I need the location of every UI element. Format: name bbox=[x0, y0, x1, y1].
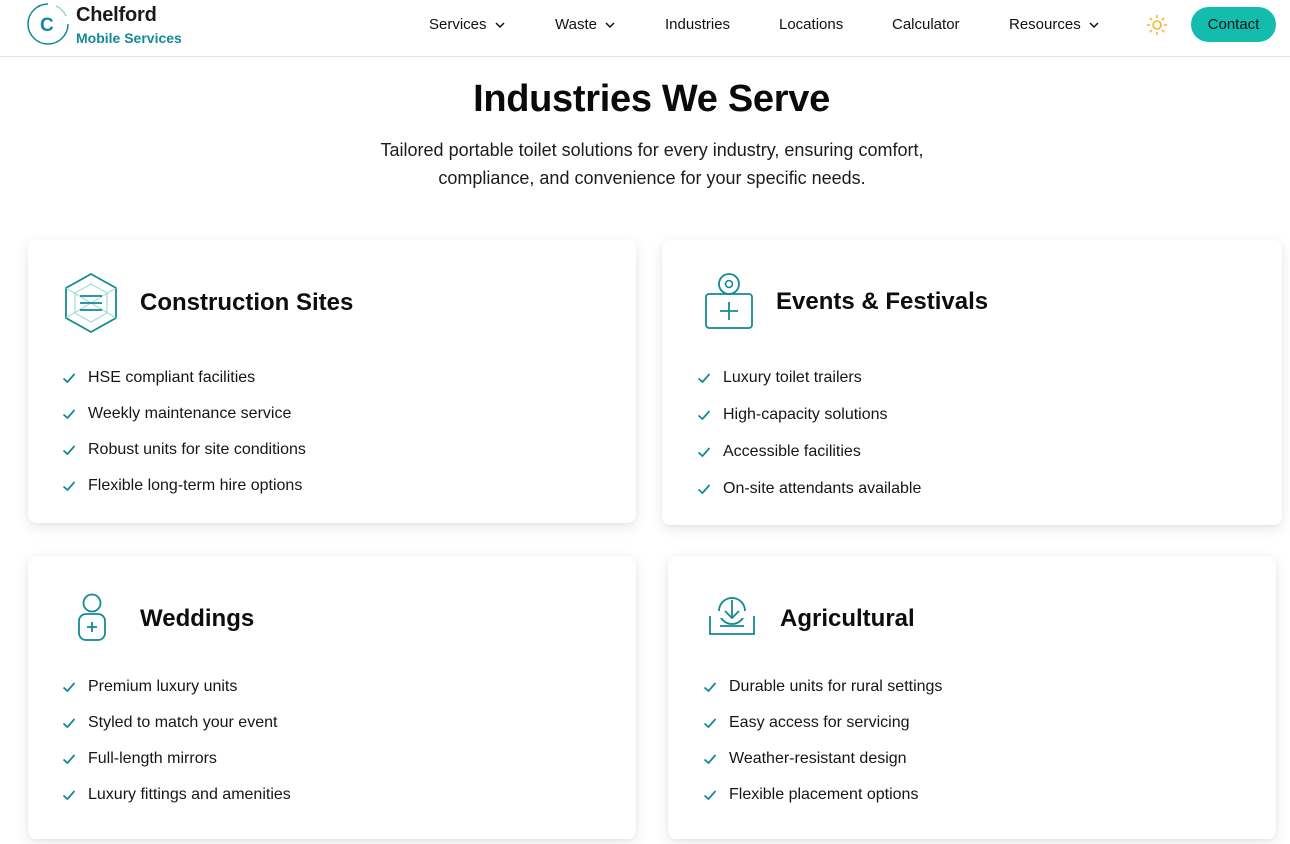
site-header: C Chelford Mobile Services Services Wast… bbox=[0, 0, 1290, 57]
check-icon bbox=[697, 409, 711, 420]
feature-text: Accessible facilities bbox=[723, 442, 861, 460]
feature-list: HSE compliant facilities Weekly maintena… bbox=[62, 360, 306, 504]
check-icon bbox=[62, 718, 76, 729]
check-icon bbox=[703, 754, 717, 765]
feature-text: Premium luxury units bbox=[88, 678, 238, 695]
list-item: Weekly maintenance service bbox=[62, 396, 306, 432]
brand-logo[interactable]: C Chelford Mobile Services bbox=[26, 2, 182, 46]
nav-resources-label: Resources bbox=[1009, 16, 1081, 33]
feature-text: Luxury toilet trailers bbox=[723, 368, 862, 386]
medical-bag-icon bbox=[700, 272, 758, 334]
check-icon bbox=[62, 754, 76, 765]
theme-toggle[interactable] bbox=[1146, 14, 1168, 36]
list-item: Luxury toilet trailers bbox=[697, 359, 921, 396]
page-subtitle: Tailored portable toilet solutions for e… bbox=[380, 140, 924, 188]
list-item: Durable units for rural settings bbox=[703, 669, 942, 705]
feature-text: Robust units for site conditions bbox=[88, 441, 306, 458]
chevron-down-icon bbox=[605, 21, 615, 28]
nav-waste[interactable]: Waste bbox=[555, 16, 616, 33]
nav-resources[interactable]: Resources bbox=[1009, 16, 1100, 33]
nav-services-label: Services bbox=[429, 16, 487, 33]
check-icon bbox=[703, 718, 717, 729]
feature-text: Weekly maintenance service bbox=[88, 405, 292, 422]
card-title: Construction Sites bbox=[140, 289, 354, 316]
check-icon bbox=[62, 481, 76, 492]
list-item: Flexible long-term hire options bbox=[62, 468, 306, 504]
list-item: HSE compliant facilities bbox=[62, 360, 306, 396]
list-item: On-site attendants available bbox=[697, 470, 921, 507]
check-icon bbox=[697, 372, 711, 383]
list-item: High-capacity solutions bbox=[697, 396, 921, 433]
card-title: Weddings bbox=[140, 605, 255, 632]
list-item: Flexible placement options bbox=[703, 777, 942, 813]
nav-locations[interactable]: Locations bbox=[779, 16, 843, 33]
brand-name: Chelford bbox=[76, 3, 157, 26]
industry-card-weddings: Weddings Premium luxury units Styled to … bbox=[28, 556, 636, 839]
brand-subtitle: Mobile Services bbox=[76, 29, 182, 46]
download-tray-icon bbox=[704, 592, 762, 654]
nav-waste-label: Waste bbox=[555, 16, 597, 33]
check-icon bbox=[62, 409, 76, 420]
logo-letter: C bbox=[40, 15, 54, 36]
feature-text: Luxury fittings and amenities bbox=[88, 786, 291, 803]
feature-text: Durable units for rural settings bbox=[729, 678, 943, 695]
list-item: Full-length mirrors bbox=[62, 741, 291, 777]
card-title: Events & Festivals bbox=[776, 288, 989, 315]
nav-locations-label: Locations bbox=[779, 16, 844, 33]
list-item: Easy access for servicing bbox=[703, 705, 942, 741]
feature-list: Durable units for rural settings Easy ac… bbox=[703, 669, 942, 813]
check-icon bbox=[62, 373, 76, 384]
check-icon bbox=[697, 446, 711, 457]
check-icon bbox=[703, 790, 717, 801]
list-item: Robust units for site conditions bbox=[62, 432, 306, 468]
nav-calculator-label: Calculator bbox=[892, 16, 960, 33]
list-item: Accessible facilities bbox=[697, 433, 921, 470]
feature-text: Easy access for servicing bbox=[729, 714, 910, 731]
sun-icon bbox=[1146, 14, 1168, 36]
feature-list: Luxury toilet trailers High-capacity sol… bbox=[697, 359, 921, 507]
list-item: Weather-resistant design bbox=[703, 741, 942, 777]
page-title: Industries We Serve bbox=[473, 78, 830, 120]
check-icon bbox=[62, 682, 76, 693]
check-icon bbox=[697, 483, 711, 494]
contact-button[interactable]: Contact bbox=[1191, 7, 1276, 42]
feature-text: Styled to match your event bbox=[88, 714, 278, 731]
feature-text: High-capacity solutions bbox=[723, 405, 888, 423]
industry-card-construction: Construction Sites HSE compliant facilit… bbox=[28, 240, 636, 523]
list-item: Styled to match your event bbox=[62, 705, 291, 741]
feature-text: Full-length mirrors bbox=[88, 750, 217, 767]
list-item: Luxury fittings and amenities bbox=[62, 777, 291, 813]
industry-card-events: Events & Festivals Luxury toilet trailer… bbox=[662, 240, 1282, 525]
feature-text: Flexible placement options bbox=[729, 786, 919, 803]
card-title: Agricultural bbox=[780, 605, 915, 632]
nav-calculator[interactable]: Calculator bbox=[892, 16, 960, 33]
industry-card-agricultural: Agricultural Durable units for rural set… bbox=[668, 556, 1276, 839]
check-icon bbox=[62, 790, 76, 801]
nav-services[interactable]: Services bbox=[429, 16, 506, 33]
feature-text: Weather-resistant design bbox=[729, 750, 907, 767]
check-icon bbox=[62, 445, 76, 456]
hexagon-box-icon bbox=[62, 272, 120, 334]
list-item: Premium luxury units bbox=[62, 669, 291, 705]
chevron-down-icon bbox=[1089, 21, 1099, 28]
chevron-down-icon bbox=[495, 21, 505, 28]
feature-text: Flexible long-term hire options bbox=[88, 477, 303, 494]
feature-text: HSE compliant facilities bbox=[88, 369, 256, 386]
feature-text: On-site attendants available bbox=[723, 479, 922, 497]
nav-industries[interactable]: Industries bbox=[665, 16, 730, 33]
person-plus-icon bbox=[62, 590, 120, 652]
check-icon bbox=[703, 682, 717, 693]
logo-mark-icon: C bbox=[26, 2, 70, 46]
nav-industries-label: Industries bbox=[665, 16, 731, 33]
feature-list: Premium luxury units Styled to match you… bbox=[62, 669, 291, 813]
